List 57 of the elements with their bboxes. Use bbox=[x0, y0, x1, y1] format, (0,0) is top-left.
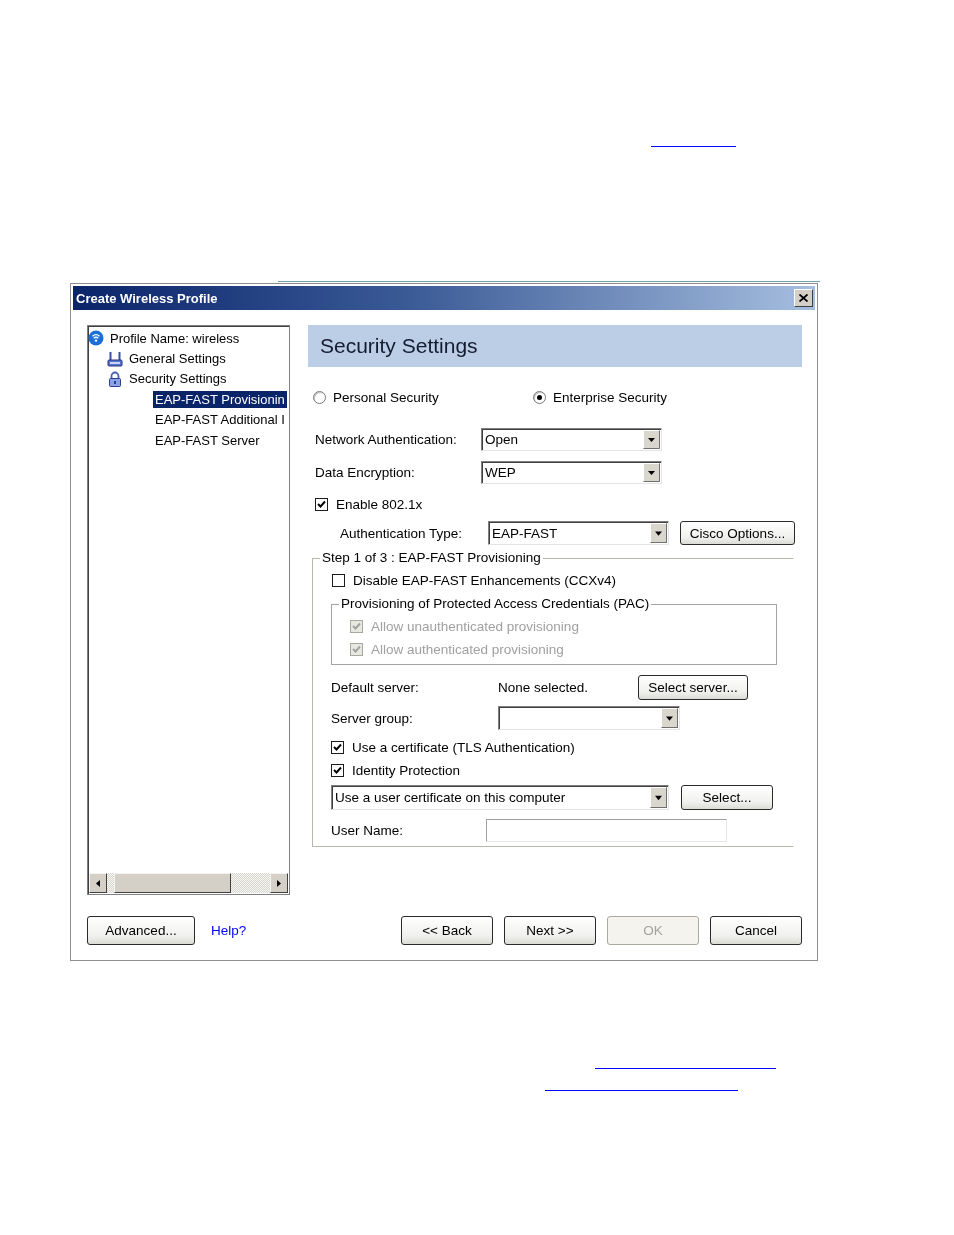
checkbox[interactable] bbox=[332, 573, 345, 587]
tree-item[interactable]: Profile Name: wireless bbox=[108, 329, 242, 347]
close-icon bbox=[799, 294, 808, 302]
dropdown[interactable]: EAP-FAST bbox=[488, 521, 669, 545]
field-label: Default server: bbox=[331, 680, 420, 695]
checkbox-label[interactable]: Enable 802.1x bbox=[336, 496, 423, 512]
radio-button[interactable] bbox=[533, 391, 546, 404]
checkbox-label[interactable]: Identity Protection bbox=[352, 762, 461, 778]
dialog-button[interactable]: Next >> bbox=[504, 916, 596, 945]
radio-label[interactable]: Enterprise Security bbox=[553, 390, 668, 405]
checkbox-label[interactable]: Use a certificate (TLS Authentication) bbox=[352, 739, 575, 755]
select-server-button[interactable]: Select server... bbox=[638, 675, 748, 700]
lock-icon bbox=[107, 370, 123, 387]
radio-label[interactable]: Personal Security bbox=[333, 390, 439, 405]
dialog-button[interactable]: Cancel bbox=[710, 916, 802, 945]
advanced-button[interactable]: Advanced... bbox=[87, 916, 195, 945]
right-triangle-icon bbox=[277, 879, 281, 887]
dropdown[interactable]: WEP bbox=[481, 461, 662, 484]
dropdown-arrow-icon[interactable] bbox=[643, 463, 660, 482]
dropdown-arrow-icon[interactable] bbox=[661, 708, 678, 728]
dropdown[interactable] bbox=[498, 706, 680, 730]
dropdown-arrow-icon[interactable] bbox=[650, 523, 667, 543]
group-title: Provisioning of Protected Access Credentials (PAC) bbox=[340, 596, 651, 612]
checkbox[interactable] bbox=[315, 497, 328, 511]
tree-item[interactable]: EAP-FAST Additional I bbox=[153, 411, 287, 429]
router-icon bbox=[107, 350, 123, 367]
tree-item[interactable]: Security Settings bbox=[127, 370, 229, 388]
input-field[interactable] bbox=[486, 819, 727, 842]
scroll-right-button[interactable] bbox=[270, 873, 288, 893]
field-value: None selected. bbox=[498, 680, 590, 695]
field-label: Data Encryption: bbox=[315, 465, 416, 480]
field-label: Server group: bbox=[331, 710, 414, 726]
radio-button[interactable] bbox=[313, 391, 326, 404]
cisco-options-button[interactable]: Cisco Options... bbox=[680, 521, 795, 545]
dropdown-arrow-icon[interactable] bbox=[643, 430, 660, 449]
dialog-button[interactable]: << Back bbox=[401, 916, 493, 945]
help-link[interactable]: Help? bbox=[211, 923, 247, 938]
scroll-left-button[interactable] bbox=[89, 873, 107, 893]
checkbox[interactable] bbox=[331, 763, 344, 777]
dropdown-arrow-icon[interactable] bbox=[650, 787, 667, 808]
field-label: User Name: bbox=[331, 823, 404, 838]
dropdown[interactable]: Use a user certificate on this computer bbox=[331, 785, 669, 810]
field-label: Authentication Type: bbox=[340, 525, 464, 541]
checkbox[interactable] bbox=[331, 740, 344, 754]
window-title: Create Wireless Profile bbox=[76, 290, 218, 306]
close-button[interactable] bbox=[794, 289, 813, 307]
dropdown[interactable]: Open bbox=[481, 428, 662, 451]
group-title: Step 1 of 3 : EAP-FAST Provisioning bbox=[321, 550, 542, 566]
checkbox-label[interactable]: Disable EAP-FAST Enhancements (CCXv4) bbox=[353, 572, 617, 588]
field-label: Network Authentication: bbox=[315, 432, 458, 447]
section-header: Security Settings bbox=[308, 325, 802, 367]
left-triangle-icon bbox=[96, 879, 100, 887]
tree-item[interactable]: General Settings bbox=[127, 350, 228, 368]
tree-item[interactable]: EAP-FAST Provisionin bbox=[153, 390, 287, 408]
scrollbar-thumb[interactable] bbox=[114, 873, 231, 893]
tree-item[interactable]: EAP-FAST Server bbox=[153, 431, 262, 449]
select-button[interactable]: Select... bbox=[681, 785, 773, 810]
